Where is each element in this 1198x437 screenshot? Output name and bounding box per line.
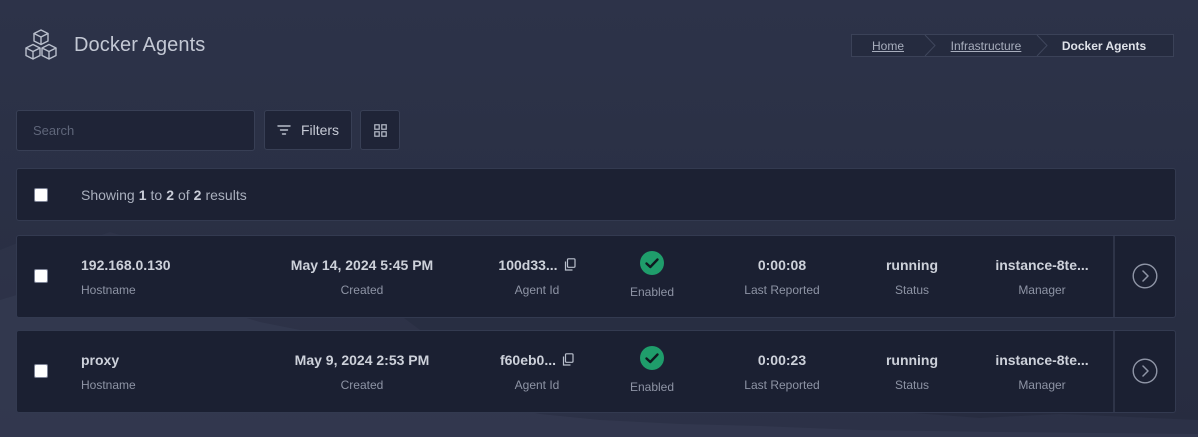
last-reported-value: 0:00:23 bbox=[757, 352, 807, 368]
agent-id-wrap: 100d33... bbox=[472, 257, 602, 274]
select-all-checkbox[interactable] bbox=[34, 188, 48, 202]
breadcrumb-separator-icon bbox=[924, 35, 936, 56]
summary-to: 2 bbox=[166, 186, 174, 203]
manager-cell: instance-8te... Manager bbox=[977, 331, 1107, 412]
last-reported-value: 0:00:08 bbox=[757, 257, 807, 273]
filter-lines-icon bbox=[277, 124, 291, 136]
created-value: May 9, 2024 2:53 PM bbox=[294, 352, 430, 368]
last-reported-cell: 0:00:23 Last Reported bbox=[717, 331, 847, 412]
summary-total: 2 bbox=[193, 186, 202, 203]
row-divider bbox=[1113, 236, 1115, 317]
created-label: Created bbox=[340, 378, 384, 392]
agent-id-value: f60eb0... bbox=[499, 352, 557, 368]
row-checkbox[interactable] bbox=[34, 364, 48, 378]
enabled-label: Enabled bbox=[629, 380, 675, 394]
chevron-right-circle-icon[interactable] bbox=[1132, 263, 1158, 289]
row-checkbox[interactable] bbox=[34, 269, 48, 283]
enabled-cell: Enabled bbox=[602, 331, 702, 412]
agent-id-cell: f60eb0... Agent Id bbox=[472, 331, 602, 412]
page-title: Docker Agents bbox=[74, 33, 206, 56]
hostname-label: Hostname bbox=[81, 283, 136, 297]
row-divider bbox=[1113, 331, 1115, 412]
enabled-cell: Enabled bbox=[602, 236, 702, 317]
grid-view-icon bbox=[373, 123, 387, 137]
agent-id-wrap: f60eb0... bbox=[472, 352, 602, 369]
check-circle-icon bbox=[640, 251, 664, 275]
created-label: Created bbox=[340, 283, 384, 297]
agent-id-cell: 100d33... Agent Id bbox=[472, 236, 602, 317]
last-reported-cell: 0:00:08 Last Reported bbox=[717, 236, 847, 317]
check-circle-icon bbox=[640, 346, 664, 370]
hostname-cell: 192.168.0.130 Hostname bbox=[81, 236, 251, 317]
summary-of-word: of bbox=[177, 186, 190, 203]
chevron-right-circle-icon[interactable] bbox=[1132, 358, 1158, 384]
manager-value: instance-8te... bbox=[995, 352, 1089, 368]
status-label: Status bbox=[894, 283, 930, 297]
results-summary-text: Showing 1 to 2 of 2 results bbox=[81, 169, 247, 220]
breadcrumb-infrastructure[interactable]: Infrastructure bbox=[936, 35, 1036, 56]
copy-icon[interactable] bbox=[562, 353, 574, 369]
summary-prefix: Showing bbox=[81, 186, 135, 203]
status-value: running bbox=[885, 352, 939, 368]
hostname-cell: proxy Hostname bbox=[81, 331, 251, 412]
status-cell: running Status bbox=[862, 331, 962, 412]
created-value: May 14, 2024 5:45 PM bbox=[290, 257, 434, 273]
breadcrumb-home[interactable]: Home bbox=[852, 35, 924, 56]
agent-id-label: Agent Id bbox=[514, 283, 560, 297]
hostname-value: 192.168.0.130 bbox=[81, 257, 171, 273]
copy-icon[interactable] bbox=[564, 258, 576, 274]
table-row[interactable]: 192.168.0.130 Hostname May 14, 2024 5:45… bbox=[16, 235, 1176, 318]
grid-view-button[interactable] bbox=[360, 110, 400, 150]
manager-label: Manager bbox=[1018, 283, 1066, 297]
created-cell: May 9, 2024 2:53 PM Created bbox=[277, 331, 447, 412]
cubes-icon bbox=[23, 29, 59, 61]
summary-suffix: results bbox=[205, 186, 247, 203]
breadcrumb-docker-agents: Docker Agents bbox=[1061, 38, 1147, 53]
manager-label: Manager bbox=[1018, 378, 1066, 392]
filters-label: Filters bbox=[300, 122, 340, 138]
summary-from: 1 bbox=[138, 186, 147, 203]
breadcrumb-separator-icon bbox=[1036, 35, 1048, 56]
filters-button[interactable]: Filters bbox=[264, 110, 352, 150]
search-input[interactable] bbox=[16, 110, 255, 151]
hostname-value: proxy bbox=[81, 352, 120, 368]
agent-id-label: Agent Id bbox=[514, 378, 560, 392]
hostname-label: Hostname bbox=[81, 378, 136, 392]
last-reported-label: Last Reported bbox=[744, 283, 820, 297]
agent-id-value: 100d33... bbox=[498, 257, 558, 273]
table-row[interactable]: proxy Hostname May 9, 2024 2:53 PM Creat… bbox=[16, 330, 1176, 413]
status-cell: running Status bbox=[862, 236, 962, 317]
status-label: Status bbox=[894, 378, 930, 392]
results-summary-bar: Showing 1 to 2 of 2 results bbox=[16, 168, 1176, 221]
enabled-label: Enabled bbox=[629, 285, 675, 299]
manager-value: instance-8te... bbox=[995, 257, 1089, 273]
breadcrumb: Home Infrastructure Docker Agents bbox=[851, 34, 1174, 57]
created-cell: May 14, 2024 5:45 PM Created bbox=[277, 236, 447, 317]
manager-cell: instance-8te... Manager bbox=[977, 236, 1107, 317]
status-value: running bbox=[885, 257, 939, 273]
page-header: Docker Agents bbox=[23, 29, 205, 61]
last-reported-label: Last Reported bbox=[744, 378, 820, 392]
summary-to-word: to bbox=[150, 186, 163, 203]
